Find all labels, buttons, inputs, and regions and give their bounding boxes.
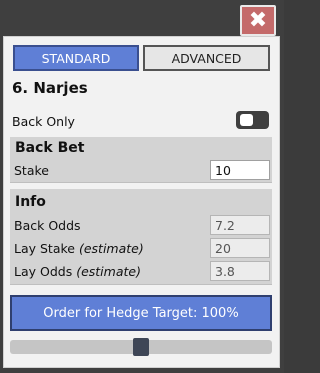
back-bet-section: Back Bet Stake 10 [10,137,272,183]
tab-standard[interactable]: STANDARD [13,45,139,71]
tab-advanced[interactable]: ADVANCED [143,45,270,71]
back-only-toggle[interactable] [236,111,269,129]
close-button[interactable]: ✖ [240,5,276,36]
back-bet-title: Back Bet [15,140,85,156]
lay-stake-note: (estimate) [78,241,144,256]
lay-stake-field: 20 [210,238,270,258]
lay-odds-field: 3.8 [210,261,270,281]
main-panel: STANDARD ADVANCED 6. Narjes Back Only Ba… [3,36,280,368]
hedge-window: ✖ STANDARD ADVANCED 6. Narjes Back Only … [0,0,284,373]
info-section: Info Back Odds 7.2 Lay Stake (estimate) … [10,189,272,285]
lay-odds-text: Lay Odds [14,264,73,279]
lay-odds-label: Lay Odds (estimate) [14,264,141,279]
lay-odds-note: (estimate) [76,264,141,279]
stake-input[interactable]: 10 [210,160,270,180]
selection-title: 6. Narjes [12,79,88,97]
slider-handle[interactable] [133,338,149,356]
lay-stake-text: Lay Stake [14,241,75,256]
back-odds-label: Back Odds [14,218,81,233]
back-only-label: Back Only [12,114,75,129]
close-icon: ✖ [248,8,268,33]
order-hedge-button[interactable]: Order for Hedge Target: 100% [10,295,272,331]
hedge-slider[interactable] [10,338,272,356]
info-title: Info [15,194,46,210]
back-odds-field: 7.2 [210,215,270,235]
stake-label: Stake [14,163,49,178]
mode-tabs: STANDARD ADVANCED [13,45,270,71]
toggle-knob [240,114,253,126]
lay-stake-label: Lay Stake (estimate) [14,241,144,256]
